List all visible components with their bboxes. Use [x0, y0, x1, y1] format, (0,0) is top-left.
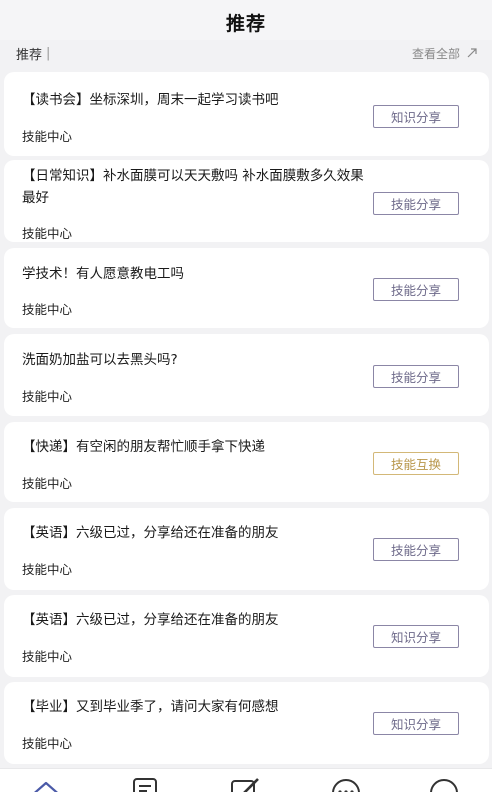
post-category: 技能中心	[22, 129, 73, 144]
post-title: 【快递】有空闲的朋友帮忙顺手拿下快递	[22, 439, 265, 455]
post-title: 洗面奶加盐可以去黑头吗?	[22, 352, 178, 368]
view-all-label: 查看全部	[411, 46, 460, 61]
post-tag[interactable]: 技能分享	[373, 192, 459, 215]
post-tag[interactable]: 知识分享	[373, 105, 459, 128]
post-category: 技能中心	[22, 226, 73, 241]
post-category: 技能中心	[22, 302, 73, 317]
arrow-up-right-icon	[467, 48, 477, 58]
post-title: 学技术！有人愿意教电工吗	[22, 266, 184, 282]
section-separator: |	[46, 45, 51, 61]
post-card[interactable]: 【英语】六级已过，分享给还在准备的朋友 技能中心 知识分享	[4, 595, 489, 677]
view-all-link[interactable]: 查看全部	[412, 45, 478, 62]
post-title: 【读书会】坐标深圳，周末一起学习读书吧	[22, 92, 279, 108]
post-tag[interactable]: 技能分享	[373, 365, 459, 388]
page-title: 推荐	[225, 12, 266, 35]
section-label: 推荐 |	[16, 44, 50, 63]
post-card[interactable]: 洗面奶加盐可以去黑头吗? 技能中心 技能分享	[4, 334, 489, 416]
post-category: 技能中心	[22, 389, 73, 404]
tab-profile[interactable]	[424, 775, 464, 792]
section-title: 推荐	[16, 47, 43, 63]
edit-icon	[231, 778, 259, 792]
tab-list[interactable]	[126, 775, 166, 792]
home-icon	[34, 781, 58, 792]
top-bar: 推荐	[0, 0, 492, 44]
list-icon	[133, 778, 157, 792]
post-card[interactable]: 【读书会】坐标深圳，周末一起学习读书吧 技能中心 知识分享	[4, 72, 489, 156]
post-title: 【日常知识】补水面膜可以天天敷吗 补水面膜敷多久效果最好	[22, 168, 364, 206]
post-title: 【毕业】又到毕业季了，请问大家有何感想	[22, 699, 279, 715]
post-card[interactable]: 学技术！有人愿意教电工吗 技能中心 技能分享	[4, 248, 489, 328]
post-tag[interactable]: 技能分享	[373, 278, 459, 301]
section-header: 推荐 | 查看全部	[0, 40, 492, 66]
post-category: 技能中心	[22, 736, 73, 751]
message-icon	[332, 779, 360, 792]
tab-home[interactable]	[26, 775, 66, 792]
tab-edit[interactable]	[226, 775, 266, 792]
post-tag[interactable]: 技能分享	[373, 538, 459, 561]
tab-messages[interactable]	[326, 775, 366, 792]
post-category: 技能中心	[22, 476, 73, 491]
post-card[interactable]: 【日常知识】补水面膜可以天天敷吗 补水面膜敷多久效果最好 技能中心 技能分享	[4, 160, 489, 242]
post-tag[interactable]: 技能互换	[373, 452, 459, 475]
bottom-tab-bar	[0, 768, 492, 792]
profile-icon	[430, 779, 458, 792]
post-category: 技能中心	[22, 562, 73, 577]
post-title: 【英语】六级已过，分享给还在准备的朋友	[22, 612, 279, 628]
post-tag[interactable]: 知识分享	[373, 712, 459, 735]
post-category: 技能中心	[22, 649, 73, 664]
post-title: 【英语】六级已过，分享给还在准备的朋友	[22, 525, 279, 541]
post-card[interactable]: 【毕业】又到毕业季了，请问大家有何感想 技能中心 知识分享	[4, 682, 489, 764]
post-tag[interactable]: 知识分享	[373, 625, 459, 648]
post-card[interactable]: 【英语】六级已过，分享给还在准备的朋友 技能中心 技能分享	[4, 508, 489, 590]
post-card[interactable]: 【快递】有空闲的朋友帮忙顺手拿下快递 技能中心 技能互换	[4, 422, 489, 502]
